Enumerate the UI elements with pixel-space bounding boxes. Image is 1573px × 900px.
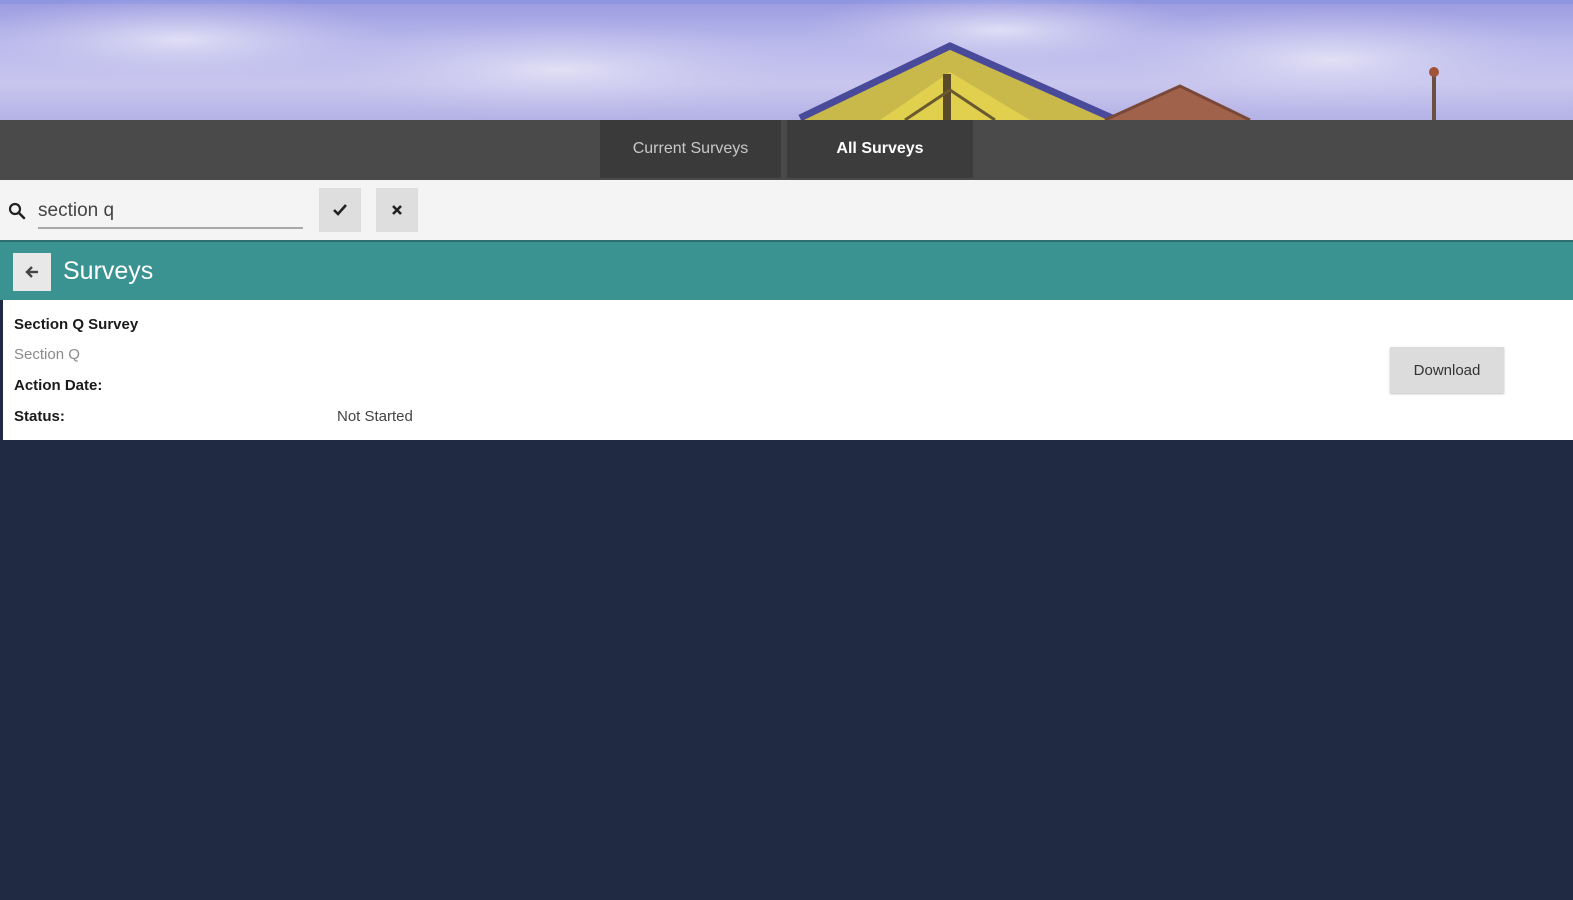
download-button[interactable]: Download — [1390, 347, 1504, 393]
check-icon — [333, 204, 347, 216]
close-icon — [392, 205, 402, 215]
action-date-label: Action Date: — [14, 377, 103, 394]
search-confirm-button[interactable] — [319, 188, 361, 232]
status-value: Not Started — [337, 408, 413, 425]
search-clear-button[interactable] — [376, 188, 418, 232]
tab-current-surveys[interactable]: Current Surveys — [600, 120, 781, 178]
tab-bar: Current Surveys All Surveys — [0, 120, 1573, 180]
arrow-left-icon — [25, 266, 38, 278]
tab-all-surveys[interactable]: All Surveys — [787, 120, 973, 178]
search-icon — [8, 202, 26, 220]
page-title: Surveys — [63, 257, 154, 285]
header-banner-image — [0, 0, 1573, 120]
surveys-header: Surveys — [0, 240, 1573, 300]
survey-list-item: Section Q Survey Section Q Action Date: … — [3, 300, 1573, 440]
search-input[interactable] — [38, 195, 303, 229]
status-label: Status: — [14, 408, 65, 425]
survey-section: Section Q — [14, 346, 80, 363]
back-button[interactable] — [13, 253, 51, 291]
survey-title: Section Q Survey — [14, 316, 139, 333]
building-photo — [0, 0, 1573, 120]
